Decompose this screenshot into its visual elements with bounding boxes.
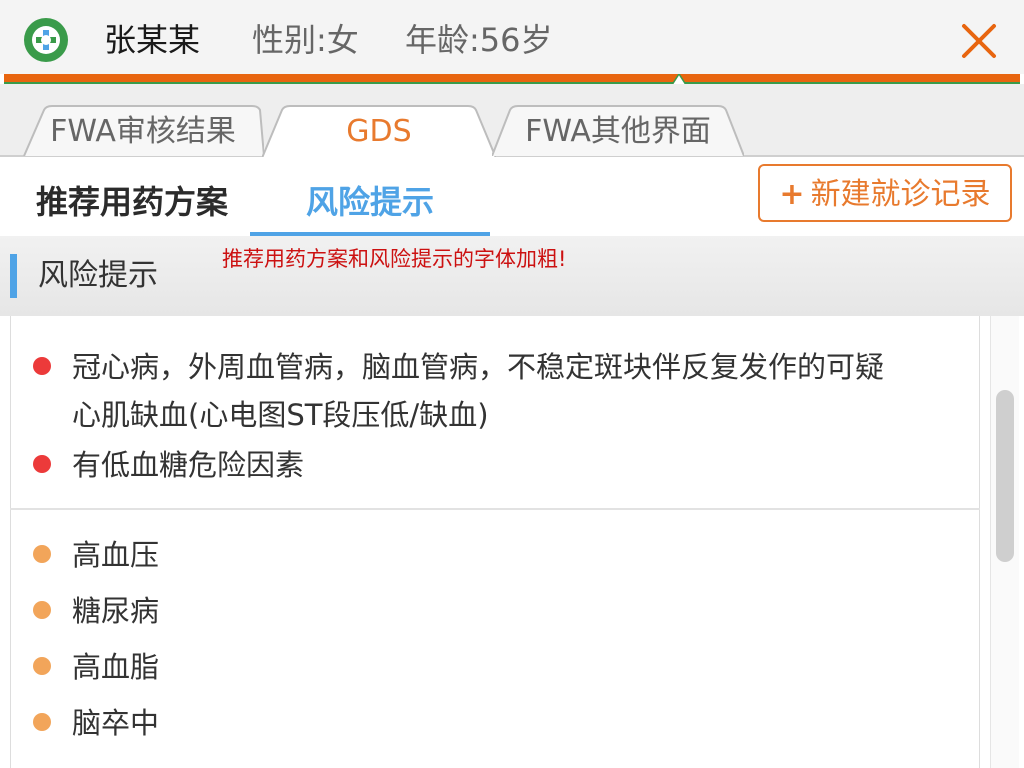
tab-label: GDS (346, 114, 412, 149)
plus-icon: + (779, 177, 805, 212)
medium-risk-dot (33, 657, 51, 675)
medium-risk-dot (33, 713, 51, 731)
list-item: 高血压 (72, 538, 160, 572)
new-visit-record-button[interactable]: + 新建就诊记录 (758, 164, 1012, 222)
group-divider (10, 508, 980, 510)
tab-label: FWA审核结果 (50, 114, 236, 149)
subtab-risk-alert[interactable]: 风险提示 (306, 180, 434, 224)
high-risk-dot (33, 455, 51, 473)
section-title: 风险提示 (38, 258, 158, 293)
subtab-recommended-medication[interactable]: 推荐用药方案 (36, 180, 228, 224)
scrollbar-thumb[interactable] (996, 390, 1014, 562)
medium-risk-dot (33, 601, 51, 619)
patient-age: 年龄:56岁 (405, 21, 553, 59)
app-logo-icon (24, 18, 68, 62)
tab-gds[interactable]: GDS (262, 104, 496, 158)
list-item: 糖尿病 (72, 594, 160, 628)
list-item: 有低血糖危险因素 (72, 448, 305, 482)
tab-fwa-audit-result[interactable]: FWA审核结果 (22, 104, 264, 156)
high-risk-dot (33, 357, 51, 375)
list-item: 脑卒中 (72, 706, 160, 740)
new-visit-label: 新建就诊记录 (810, 177, 991, 212)
close-icon[interactable] (958, 20, 1000, 62)
section-accent-bar (10, 254, 17, 298)
tab-label: FWA其他界面 (525, 114, 711, 149)
patient-name: 张某某 (104, 21, 201, 59)
review-annotation: 推荐用药方案和风险提示的字体加粗! (222, 247, 567, 271)
list-item: 高血脂 (72, 650, 160, 684)
patient-gender: 性别:女 (252, 21, 359, 59)
header-accent-bar (4, 74, 1020, 84)
list-item: 冠心病，外周血管病，脑血管病，不稳定斑块伴反复发作的可疑 (72, 350, 885, 384)
tab-fwa-other[interactable]: FWA其他界面 (492, 104, 744, 156)
medium-risk-dot (33, 545, 51, 563)
list-item-continued: 心肌缺血(心电图ST段压低/缺血) (72, 398, 489, 432)
